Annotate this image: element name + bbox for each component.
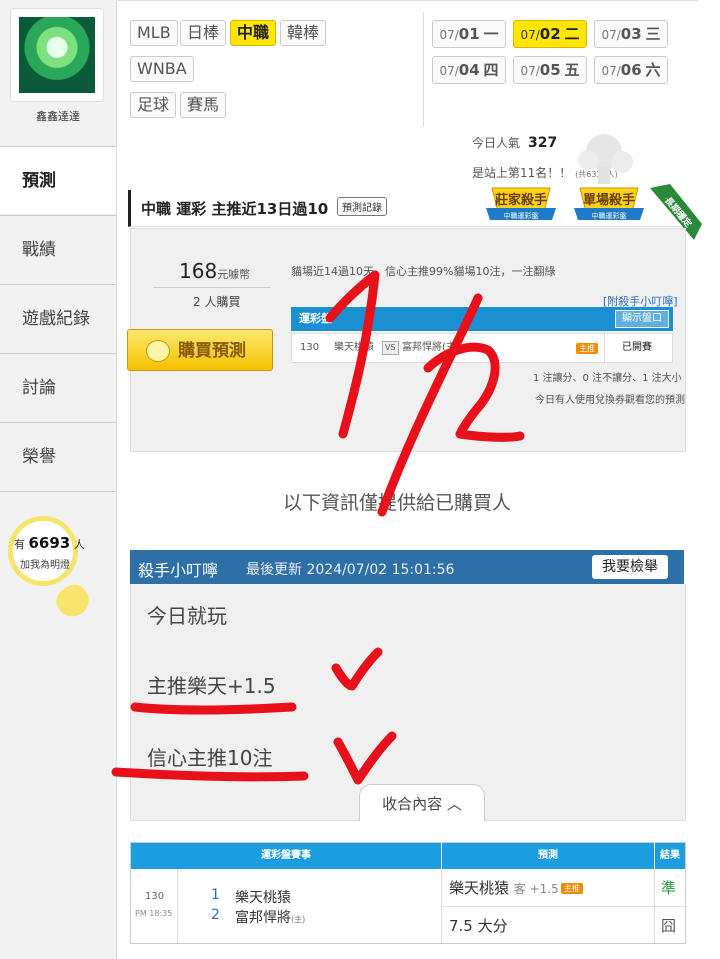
price: 168元噱幣	[179, 259, 251, 283]
header-prediction: 預測	[442, 843, 654, 869]
purchase-panel: 168元噱幣 2 人購買 購買預測 貓場近14過10天，信心主推99%貓場10注…	[127, 228, 686, 452]
sidebar: 鑫鑫達達 預測 戰績 遊戲紀錄 討論 榮譽 有 6693 人 加我為明燈	[0, 0, 117, 959]
last-updated: 最後更新 2024/07/02 15:01:56	[246, 562, 455, 578]
nav-discussion[interactable]: 討論	[0, 353, 116, 421]
record-button[interactable]: 預測記錄	[337, 197, 387, 216]
nav-record[interactable]: 戰績	[0, 215, 116, 283]
tip-line-2: 主推樂天+1.5	[147, 674, 276, 698]
nav-predict[interactable]: 預測	[0, 146, 116, 214]
nav-honor[interactable]: 榮譽	[0, 422, 116, 490]
date-tab-0705[interactable]: 07/05 五	[513, 56, 587, 84]
header-game: 運彩盤賽事	[131, 843, 441, 869]
game-number: 130	[145, 891, 165, 902]
header-result: 結果	[655, 843, 685, 869]
popularity-value: 327	[528, 135, 558, 151]
avatar-image	[19, 17, 95, 93]
killer-tips-header: 殺手小叮嚀 最後更新 2024/07/02 15:01:56 我要檢舉	[130, 550, 684, 584]
pick-2: 7.5 大分	[449, 917, 508, 935]
league-tab-horse[interactable]: 賽馬	[180, 92, 227, 118]
pick-1: 樂天桃猿 客 +1.5 主推	[449, 877, 583, 898]
avatar[interactable]	[10, 8, 104, 102]
odds-table-header: 運彩盤 顯示盤口	[291, 307, 673, 331]
username: 鑫鑫達達	[36, 110, 80, 123]
date-tab-0704[interactable]: 07/04 四	[432, 56, 506, 84]
result-2: 囧	[661, 917, 677, 935]
result-1: 準	[661, 879, 677, 897]
game-time: PM 18:35	[135, 909, 173, 918]
fans-count: 6693	[28, 534, 71, 552]
coin-icon	[146, 340, 170, 362]
results-table: 運彩盤賽事 預測 結果 130 PM 18:35 1 樂天桃猿 2 富邦悍將(主…	[130, 842, 686, 944]
league-tab-mlb[interactable]: MLB	[130, 20, 178, 46]
collapse-button[interactable]: 收合內容 ︿	[359, 784, 485, 821]
league-tab-cpbl[interactable]: 中職	[230, 20, 277, 46]
league-tab-soccer[interactable]: 足球	[130, 92, 177, 118]
dealer-killer-badge: 莊家殺手 中職運彩盤	[486, 187, 556, 220]
nav-game-log[interactable]: 遊戲紀錄	[0, 284, 116, 352]
tip-line-1: 今日就玩	[147, 604, 227, 628]
svg-text:中職運彩盤: 中職運彩盤	[504, 211, 539, 220]
league-tab-npb[interactable]: 日棒	[180, 20, 227, 46]
svg-text:中職運彩盤: 中職運彩盤	[592, 211, 627, 220]
show-odds-button[interactable]: 顯示盤口	[615, 310, 669, 328]
date-tab-0702[interactable]: 07/02 二	[513, 20, 587, 48]
game-row: 130 樂天桃猿 VS 富邦悍將(主) 主推 已開賽	[291, 333, 673, 363]
follow-lightbulb[interactable]: 有 6693 人 加我為明燈	[8, 516, 95, 623]
date-tab-0706[interactable]: 07/06 六	[594, 56, 668, 84]
date-tab-0703[interactable]: 07/03 三	[594, 20, 668, 48]
prediction-description: 貓場近14過10天，信心主推99%貓場10注，一注翻綠	[291, 265, 556, 278]
team-2: 富邦悍將(主)	[235, 910, 306, 926]
divider	[423, 12, 424, 127]
prediction-title: 中職 運彩 主推近13日過10	[141, 200, 329, 218]
popularity: 今日人氣 327	[472, 135, 558, 151]
buyer-count: 2 人購買	[193, 295, 241, 309]
main-content: MLB 日棒 中職 韓棒 WNBA 足球 賽馬 07/01 一 07/02 二 …	[118, 0, 703, 959]
tip-line-3: 信心主推10注	[147, 746, 273, 770]
svg-text:莊家殺手: 莊家殺手	[495, 192, 547, 208]
lightbulb-base-icon	[51, 579, 95, 623]
killer-tips-title: 殺手小叮嚀	[138, 561, 219, 580]
buy-prediction-button[interactable]: 購買預測	[127, 329, 273, 371]
svg-text:單場殺手: 單場殺手	[583, 192, 635, 208]
fans-count-line: 有 6693 人	[14, 534, 85, 552]
purchaser-only-notice: 以下資訊僅提供給已購買人	[283, 492, 512, 514]
follow-label: 加我為明燈	[20, 560, 70, 571]
team-1: 樂天桃猿	[235, 890, 291, 906]
date-tab-0701[interactable]: 07/01 一	[432, 20, 506, 48]
coupon-note: 今日有人使用兌換券觀看您的預測	[535, 395, 685, 406]
bet-count-note: 1 注讓分、0 注不讓分、1 注大小	[533, 373, 682, 384]
league-tab-kbo[interactable]: 韓棒	[280, 20, 327, 46]
league-tab-wnba[interactable]: WNBA	[130, 56, 194, 82]
single-game-killer-badge: 單場殺手 中職運彩盤	[574, 187, 644, 220]
killer-tips-content: 今日就玩 主推樂天+1.5 信心主推10注 收合內容 ︿	[130, 584, 686, 821]
report-button[interactable]: 我要檢舉	[592, 555, 668, 579]
trophy-watermark-icon	[578, 134, 633, 184]
